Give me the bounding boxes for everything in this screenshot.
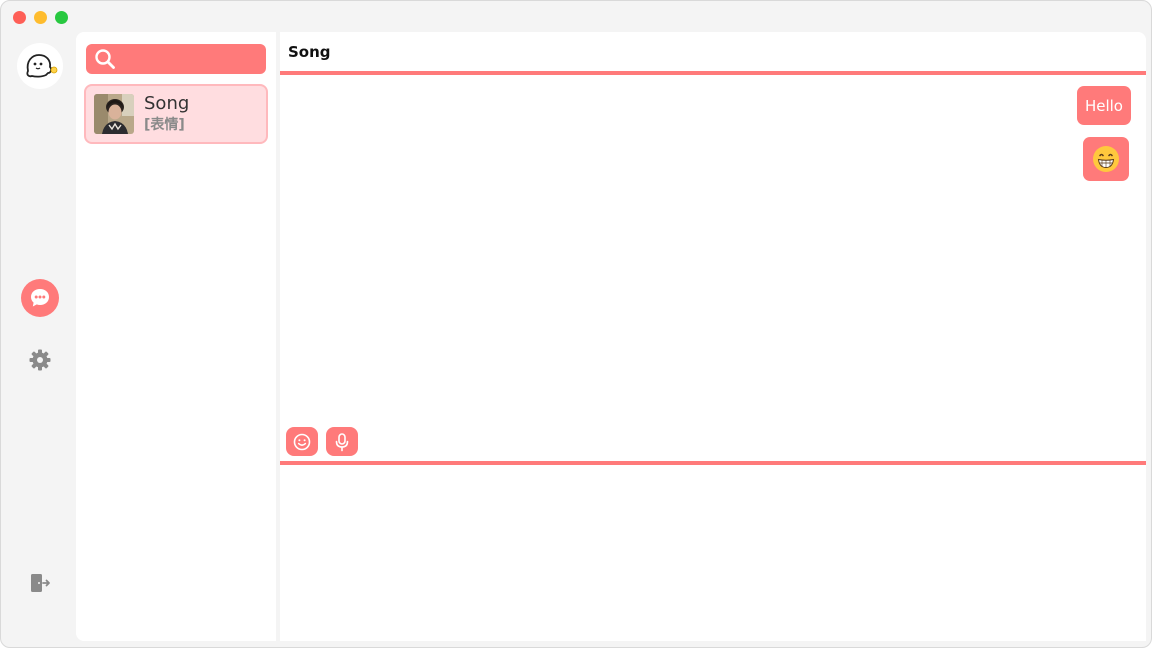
message-bubble-text[interactable]: Hello [1076,86,1131,125]
nav-settings-button[interactable] [27,347,53,373]
contact-panel: Song [表情] [76,32,276,641]
message-composer[interactable] [280,465,1146,641]
nav-rail [1,31,77,647]
search-icon [95,49,115,69]
contact-name: Song [144,93,190,114]
voice-record-button[interactable] [326,427,358,456]
zoom-window-button[interactable] [55,11,68,24]
close-window-button[interactable] [13,11,26,24]
chat-title: Song [288,42,331,61]
search-input[interactable] [120,49,260,69]
logout-button[interactable] [28,571,52,595]
contact-avatar [94,94,134,134]
contact-list-item[interactable]: Song [表情] [84,84,268,144]
emoji-picker-button[interactable] [286,427,318,456]
message-bubble-emoji[interactable] [1083,137,1129,181]
search-bar[interactable] [86,44,266,74]
contact-last-message: [表情] [144,117,185,133]
logout-door-icon [31,574,50,592]
chat-panel: Song Hello [280,32,1146,641]
nav-chat-button[interactable] [21,279,59,317]
chat-header: Song [280,32,1146,71]
gear-icon [29,349,51,371]
window-controls [13,11,68,24]
microphone-icon [335,432,349,451]
user-avatar[interactable] [17,43,63,89]
header-divider [280,71,1146,75]
ghost-mascot-icon [26,54,58,78]
minimize-window-button[interactable] [34,11,47,24]
app-window: Song [表情] Song Hello [0,0,1152,648]
contact-text: Song [表情] [144,93,189,135]
smiley-icon [293,433,311,450]
grinning-face-emoji-icon [1093,146,1119,172]
chat-bubble-icon [31,289,49,307]
